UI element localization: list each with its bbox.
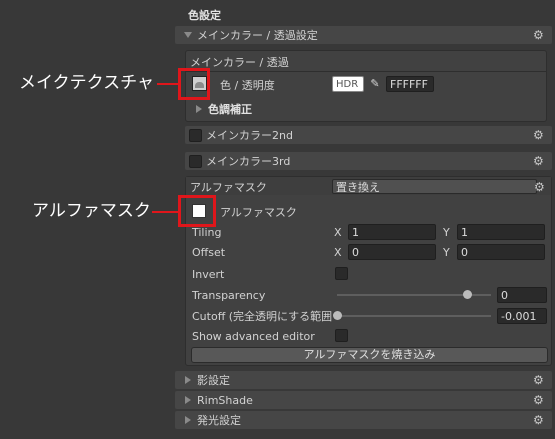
cutoff-slider-handle[interactable]: [332, 311, 342, 320]
tiling-x-field[interactable]: 1: [348, 224, 436, 240]
cutoff-value-field[interactable]: -0.001: [497, 308, 547, 324]
section-title: 色設定: [188, 9, 221, 22]
make-texture-callout: メイクテクスチャ: [19, 73, 154, 93]
divider: [186, 71, 546, 72]
emission-settings-header[interactable]: 発光設定 ⚙: [175, 411, 552, 429]
main-color-2nd-label: メインカラー2nd: [206, 129, 293, 142]
invert-checkbox[interactable]: [335, 267, 348, 280]
offset-label: Offset: [192, 246, 226, 259]
gear-icon[interactable]: ⚙: [533, 29, 544, 41]
color-correction-label[interactable]: 色調補正: [208, 104, 252, 115]
eyedropper-icon[interactable]: ✎: [368, 76, 382, 92]
alpha-mask-title: アルファマスク: [190, 181, 267, 194]
tiling-label: Tiling: [192, 226, 222, 239]
gear-icon[interactable]: ⚙: [533, 129, 544, 141]
tiling-x-axis-label: X: [334, 226, 342, 239]
cutoff-label: Cutoff (完全透明にする範囲: [192, 310, 333, 323]
main-color-foldout-header[interactable]: メインカラー / 透過設定 ⚙: [175, 26, 552, 44]
show-advanced-editor-checkbox[interactable]: [335, 329, 348, 342]
gear-icon[interactable]: ⚙: [533, 414, 544, 426]
transparency-value-field[interactable]: 0: [497, 287, 547, 303]
alpha-mask-callout: アルファマスク: [32, 201, 151, 221]
make-texture-highlight: [178, 68, 210, 100]
bake-alpha-mask-button[interactable]: アルファマスクを焼き込み: [191, 347, 548, 363]
color-alpha-label: 色 / 透明度: [220, 79, 275, 92]
emission-settings-label: 発光設定: [197, 414, 241, 427]
invert-label: Invert: [192, 268, 225, 281]
foldout-closed-icon[interactable]: [196, 105, 202, 113]
main-color-2nd-checkbox[interactable]: [189, 129, 202, 142]
main-color-3rd-label: メインカラー3rd: [206, 155, 291, 168]
foldout-closed-icon: [185, 376, 191, 384]
shadow-settings-header[interactable]: 影設定 ⚙: [175, 371, 552, 389]
hdr-badge: HDR: [336, 79, 359, 90]
tiling-y-field[interactable]: 1: [457, 224, 545, 240]
transparency-slider-handle[interactable]: [463, 290, 473, 299]
main-color-3rd-header[interactable]: メインカラー3rd ⚙: [185, 152, 552, 170]
transparency-label: Transparency: [192, 289, 266, 302]
main-color-panel: メインカラー / 透過 色 / 透明度 HDR ✎ FFFFFF 色調補正: [185, 50, 547, 122]
alpha-mask-callout-line: [152, 211, 179, 213]
cutoff-slider-track[interactable]: [337, 315, 491, 317]
gear-icon[interactable]: ⚙: [534, 181, 545, 193]
hex-color-field[interactable]: FFFFFF: [386, 76, 434, 92]
main-color-sub-header: メインカラー / 透過: [190, 56, 289, 69]
shadow-settings-label: 影設定: [197, 374, 230, 387]
gear-icon[interactable]: ⚙: [533, 155, 544, 167]
tiling-y-axis-label: Y: [443, 226, 450, 239]
offset-y-axis-label: Y: [443, 246, 450, 259]
main-color-foldout-label: メインカラー / 透過設定: [197, 29, 318, 42]
main-color-3rd-checkbox[interactable]: [189, 155, 202, 168]
alpha-mask-mode-value: 置き換え: [336, 181, 380, 194]
gear-icon[interactable]: ⚙: [533, 394, 544, 406]
alpha-mask-highlight: [178, 195, 216, 227]
foldout-closed-icon: [185, 396, 191, 404]
show-advanced-editor-label: Show advanced editor: [192, 330, 315, 343]
offset-x-field[interactable]: 0: [348, 244, 436, 260]
rimshade-header[interactable]: RimShade ⚙: [175, 391, 552, 409]
main-color-2nd-header[interactable]: メインカラー2nd ⚙: [185, 126, 552, 144]
foldout-open-icon: [184, 32, 192, 38]
gear-icon[interactable]: ⚙: [533, 374, 544, 386]
foldout-closed-icon: [185, 416, 191, 424]
rimshade-label: RimShade: [197, 394, 253, 407]
offset-x-axis-label: X: [334, 246, 342, 259]
alpha-mask-panel: アルファマスク 置き換え ⚙ アルファマスク Tiling X 1 Y 1 Of…: [185, 176, 552, 366]
offset-y-field[interactable]: 0: [457, 244, 545, 260]
make-texture-callout-line: [157, 83, 179, 85]
alpha-mask-mode-dropdown[interactable]: 置き換え: [332, 179, 537, 194]
alpha-mask-texture-label: アルファマスク: [220, 206, 297, 219]
